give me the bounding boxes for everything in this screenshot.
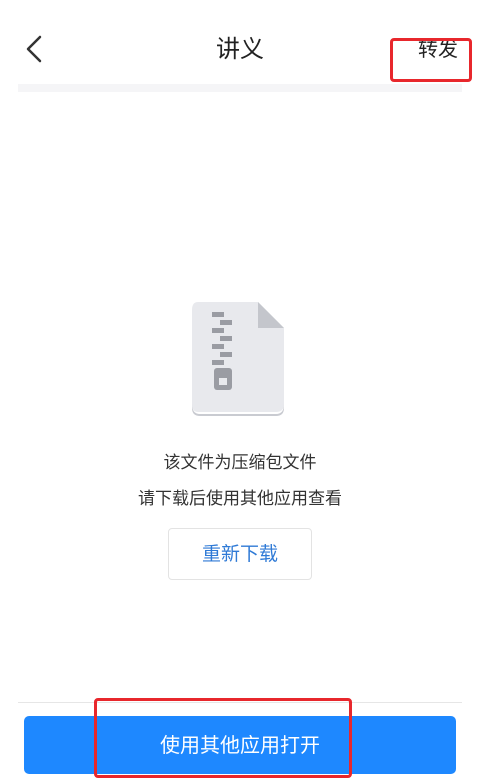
download-hint-message: 请下载后使用其他应用查看: [138, 489, 342, 509]
zip-file-icon: [188, 300, 288, 416]
forward-button[interactable]: 转发: [418, 36, 458, 62]
header-shadow-strip: [18, 84, 462, 92]
redownload-button[interactable]: 重新下载: [168, 528, 312, 580]
header-bar: 讲义 转发: [0, 0, 480, 84]
open-with-other-app-button[interactable]: 使用其他应用打开: [24, 716, 456, 774]
footer-divider: [18, 702, 462, 703]
page-title: 讲义: [216, 35, 264, 63]
compressed-file-message: 该文件为压缩包文件: [163, 453, 317, 473]
